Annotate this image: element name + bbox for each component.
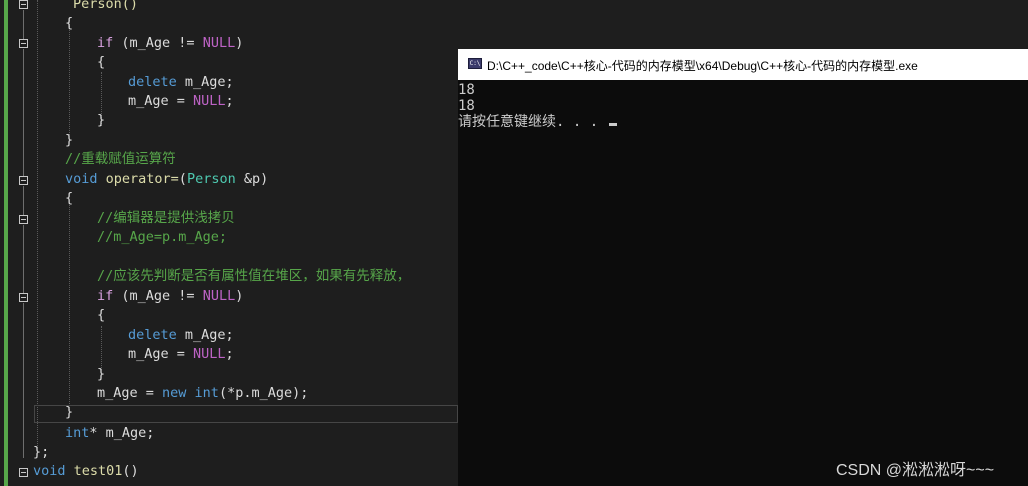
code-keyword: new xyxy=(162,385,187,401)
code-text: m_Age = xyxy=(97,385,163,401)
console-app-icon: C:\ xyxy=(468,58,482,69)
code-macro: NULL xyxy=(202,35,236,51)
console-line: 请按任意键继续. . . xyxy=(458,114,617,130)
code-text: ) xyxy=(235,35,244,51)
code-text: m_Age = xyxy=(128,93,194,109)
code-type: Person xyxy=(186,171,236,187)
fold-region-line xyxy=(23,10,24,39)
code-text: { xyxy=(65,190,74,206)
indent-guide xyxy=(69,20,70,135)
code-text: ( xyxy=(178,171,187,187)
console-titlebar[interactable]: C:\ D:\C++_code\C++核心-代码的内存模型\x64\Debug\… xyxy=(458,49,1028,80)
code-text: Person() xyxy=(73,0,139,12)
code-macro: NULL xyxy=(202,288,236,304)
code-text: m_Age; xyxy=(176,74,234,90)
console-line: 18 xyxy=(458,98,475,114)
fold-region-line xyxy=(23,303,24,458)
code-text: ; xyxy=(225,346,234,362)
fold-toggle-icon[interactable] xyxy=(19,468,28,477)
code-text: ( xyxy=(113,288,130,304)
code-function: test01 xyxy=(65,463,123,479)
code-keyword: int xyxy=(65,425,90,441)
code-text: * m_Age; xyxy=(89,425,155,441)
fold-region-line xyxy=(23,49,24,176)
fold-toggle-icon[interactable] xyxy=(19,176,28,185)
code-text: { xyxy=(97,307,106,323)
console-output[interactable]: 18 18 请按任意键继续. . . xyxy=(458,80,1028,486)
code-text: != xyxy=(170,288,203,304)
console-line: 18 xyxy=(458,82,475,98)
code-keyword: void xyxy=(33,463,66,479)
code-keyword: int xyxy=(186,385,219,401)
code-text: { xyxy=(65,15,74,31)
code-text: } xyxy=(97,366,106,382)
indent-guide xyxy=(101,326,102,370)
code-text: }; xyxy=(33,444,50,460)
code-text: (*p.m_Age); xyxy=(218,385,309,401)
code-text: } xyxy=(65,404,74,420)
code-identifier: m_Age xyxy=(129,35,171,51)
indent-guide xyxy=(69,205,70,410)
fold-toggle-icon[interactable] xyxy=(19,0,28,9)
console-prompt-text: 请按任意键继续. . . xyxy=(458,114,607,130)
code-text: } xyxy=(65,132,74,148)
code-text: m_Age = xyxy=(128,346,194,362)
code-text: ; xyxy=(225,93,234,109)
code-identifier: m_Age xyxy=(129,288,171,304)
current-line-highlight xyxy=(34,405,458,423)
fold-toggle-icon[interactable] xyxy=(19,293,28,302)
code-keyword: delete xyxy=(128,74,177,90)
code-function: operator= xyxy=(97,171,179,187)
code-text: ( xyxy=(113,35,130,51)
console-window[interactable]: C:\ D:\C++_code\C++核心-代码的内存模型\x64\Debug\… xyxy=(458,49,1028,486)
code-keyword: void xyxy=(65,171,98,187)
code-text: ) xyxy=(235,288,244,304)
console-cursor xyxy=(608,123,617,126)
code-macro: NULL xyxy=(193,346,226,362)
code-text: } xyxy=(97,112,106,128)
code-comment: //重载赋值运算符 xyxy=(65,151,176,167)
code-comment: //编辑器是提供浅拷贝 xyxy=(97,210,235,226)
watermark-text: CSDN @淞淞淞呀~~~ xyxy=(836,462,995,479)
indent-guide xyxy=(37,0,38,448)
change-indicator-bar xyxy=(4,0,8,486)
code-keyword: if xyxy=(97,35,114,51)
fold-toggle-icon[interactable] xyxy=(19,39,28,48)
fold-region-line xyxy=(23,186,24,215)
code-keyword: delete xyxy=(128,327,177,343)
code-keyword: if xyxy=(97,288,114,304)
code-macro: NULL xyxy=(193,93,226,109)
code-text: () xyxy=(122,463,139,479)
code-text: &p) xyxy=(235,171,269,187)
code-text: m_Age; xyxy=(176,327,234,343)
code-text: { xyxy=(97,54,106,70)
code-comment: //应该先判断是否有属性值在堆区，如果有先释放， xyxy=(97,268,411,284)
code-text: != xyxy=(170,35,203,51)
code-comment: //m_Age=p.m_Age; xyxy=(97,229,228,245)
fold-toggle-icon[interactable] xyxy=(19,215,28,224)
fold-region-line xyxy=(23,225,24,293)
console-title: D:\C++_code\C++核心-代码的内存模型\x64\Debug\C++核… xyxy=(487,59,918,73)
